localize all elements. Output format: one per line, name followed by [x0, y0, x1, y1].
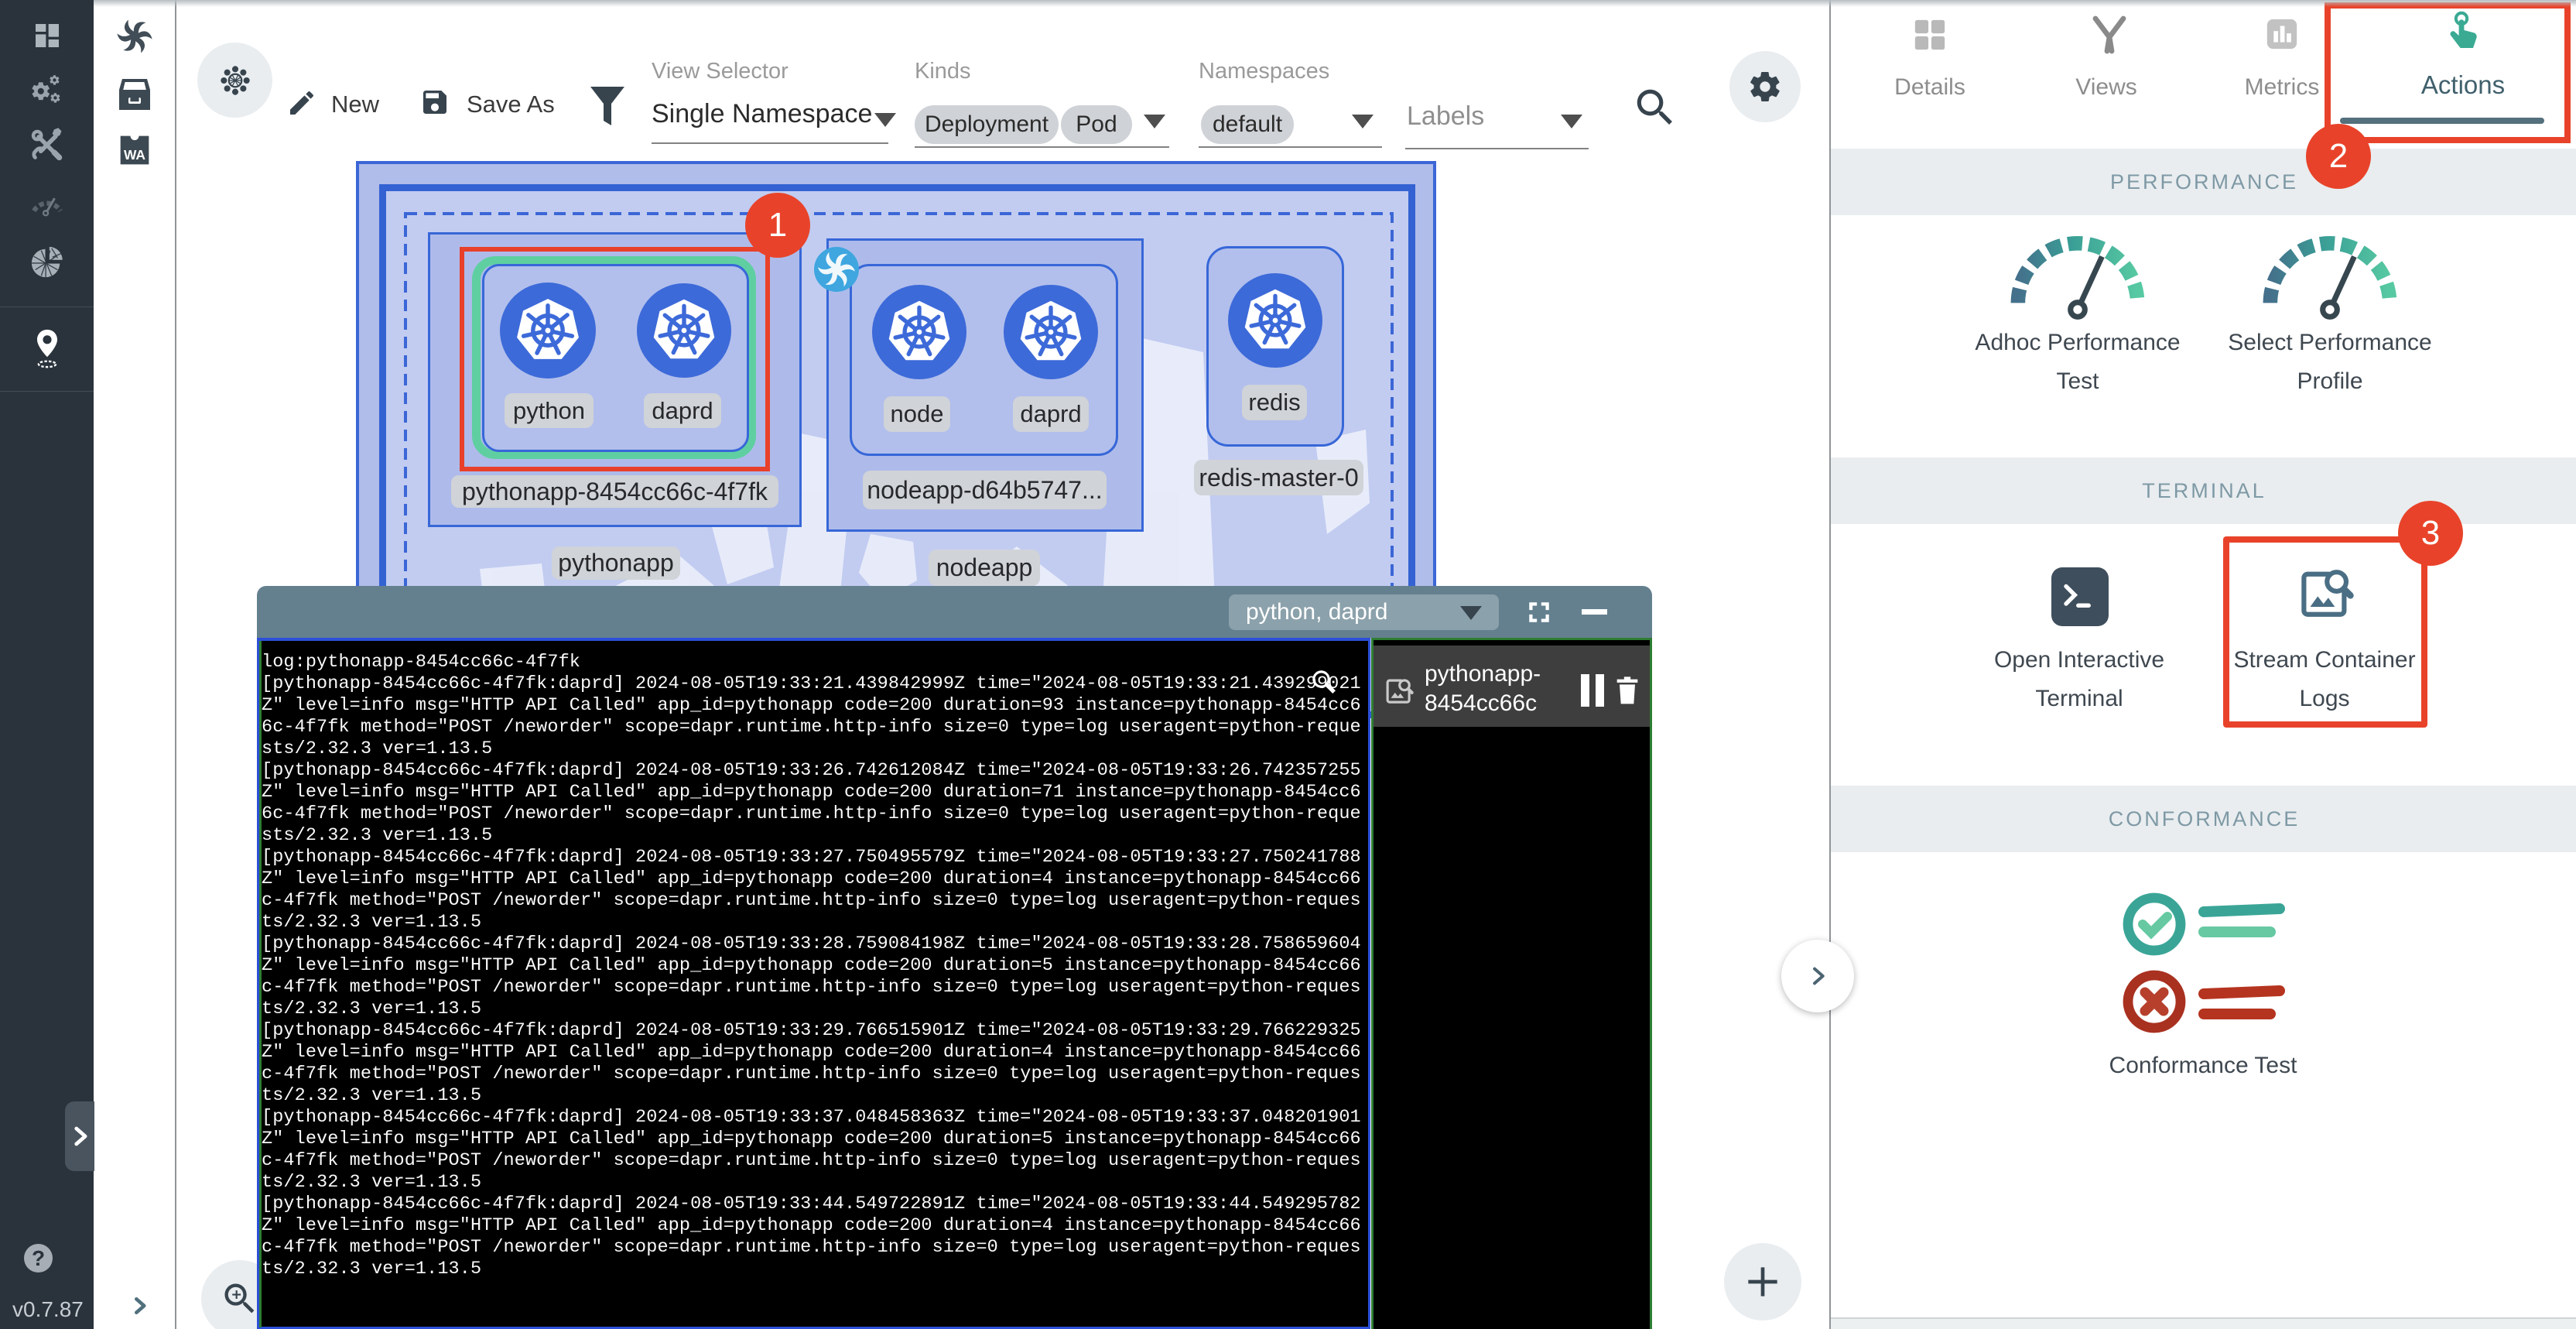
svg-text:WA: WA: [123, 147, 145, 163]
